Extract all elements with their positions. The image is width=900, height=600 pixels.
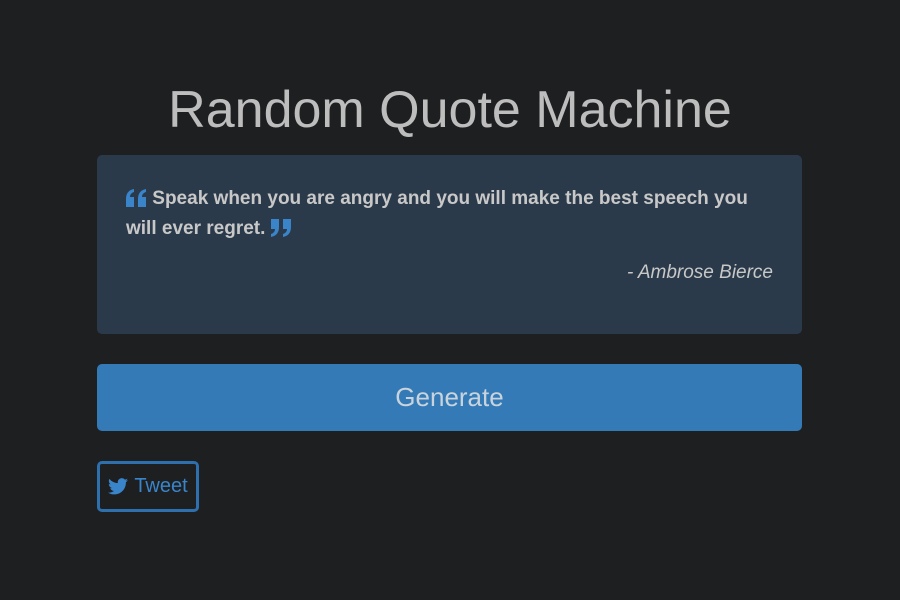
quote-left-icon <box>126 189 147 207</box>
quote-text: Speak when you are angry and you will ma… <box>126 188 748 239</box>
quote-card: Speak when you are angry and you will ma… <box>97 155 802 334</box>
page-title: Random Quote Machine <box>168 81 732 139</box>
quote-author: - Ambrose Bierce <box>626 262 773 283</box>
generate-button[interactable]: Generate <box>97 364 802 431</box>
app-container: Random Quote Machine Speak when you are … <box>0 0 900 600</box>
tweet-button[interactable]: Tweet <box>97 461 199 512</box>
tweet-label: Tweet <box>134 475 188 497</box>
twitter-icon <box>108 478 129 495</box>
quote-right-icon <box>270 219 292 237</box>
quote-text-block: Speak when you are angry and you will ma… <box>126 184 776 244</box>
